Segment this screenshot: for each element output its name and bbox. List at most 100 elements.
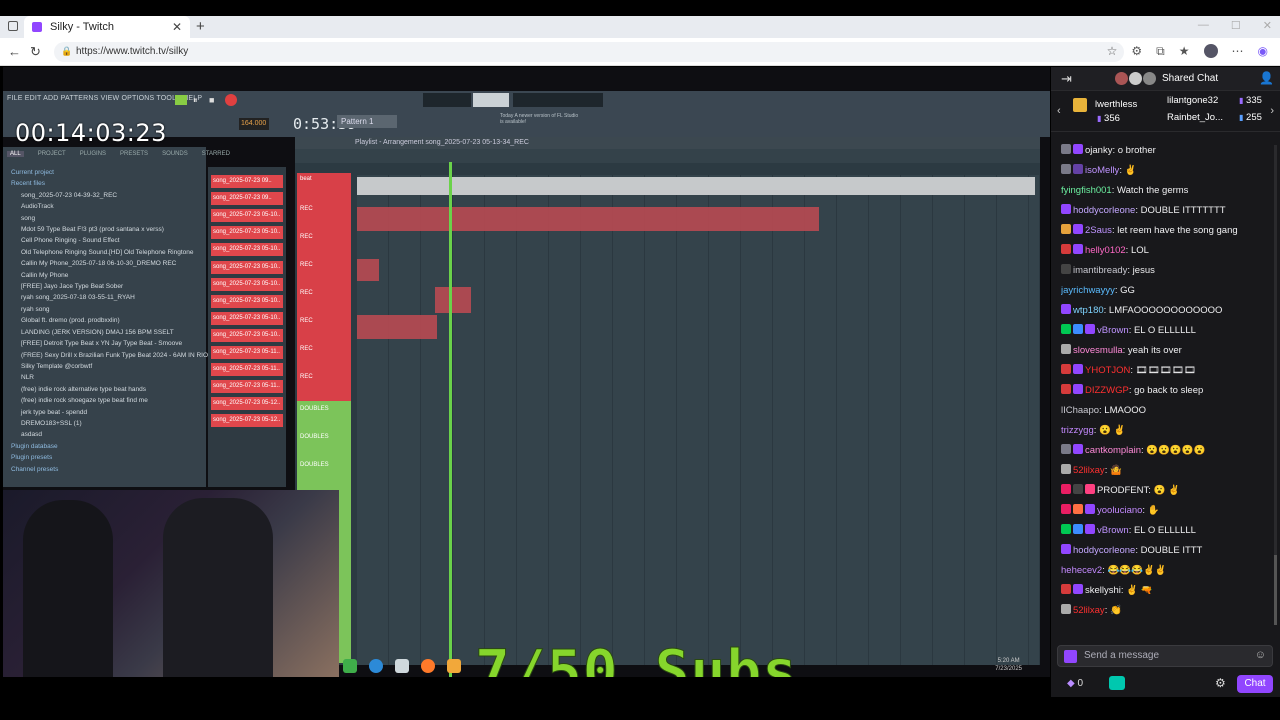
chat-badge-icon[interactable]: [1061, 224, 1071, 234]
chat-message[interactable]: vBrown: EL O ELLLLLL: [1061, 321, 1271, 341]
chat-badge-icon[interactable]: [1073, 164, 1083, 174]
new-tab-icon[interactable]: +: [196, 18, 205, 35]
chat-message[interactable]: hoddycorleone: DOUBLE ITTT: [1061, 541, 1271, 561]
chat-badge-icon[interactable]: [1085, 484, 1095, 494]
browser-item[interactable]: Old Telephone Ringing Sound.[HD] Old Tel…: [11, 247, 208, 258]
browser-tab-sounds[interactable]: SOUNDS: [162, 151, 188, 157]
chat-message[interactable]: hehecev2: 😂😂😂✌✌: [1061, 561, 1271, 581]
chat-username[interactable]: 52lilxay: [1073, 465, 1105, 476]
chat-username[interactable]: fyingfish001: [1061, 185, 1112, 196]
chat-badge-icon[interactable]: [1061, 144, 1071, 154]
chat-username[interactable]: hoddycorleone: [1073, 205, 1135, 216]
channel-button[interactable]: song_2025-07-23 05-10..: [211, 328, 283, 342]
extension-icon[interactable]: ⚙: [1131, 44, 1142, 59]
chat-badge-icon[interactable]: [1073, 524, 1083, 534]
browser-item[interactable]: (free) indie rock alternative type beat …: [11, 384, 208, 395]
browser-item[interactable]: song: [11, 213, 208, 224]
channel-button[interactable]: song_2025-07-23 09..: [211, 192, 283, 206]
browser-item[interactable]: Mdot 59 Type Beat F!3 pt3 (prod santana …: [11, 224, 208, 235]
chat-badge-icon[interactable]: [1073, 584, 1083, 594]
browser-item[interactable]: LANDING (JERK VERSION) DMAJ 156 BPM SSEL…: [11, 327, 208, 338]
browser-item[interactable]: (free) indie rock shoegaze type beat fin…: [11, 395, 208, 406]
rec-clip[interactable]: [435, 287, 471, 313]
chat-username[interactable]: wtp180: [1073, 305, 1104, 316]
browser-item[interactable]: AudioTrack: [11, 201, 208, 212]
chat-message[interactable]: 52lilxay: 🤷: [1061, 461, 1271, 481]
track-label[interactable]: REC: [297, 343, 351, 355]
chat-message[interactable]: slovesmulla: yeah its over: [1061, 341, 1271, 361]
chat-badge-icon[interactable]: [1073, 484, 1083, 494]
chat-badge-icon[interactable]: [1085, 324, 1095, 334]
chat-badge-icon[interactable]: [1061, 544, 1071, 554]
split-screen-icon[interactable]: ⧉: [1156, 44, 1165, 59]
stop-icon[interactable]: ■: [209, 95, 214, 105]
chevron-left-icon[interactable]: ‹: [1057, 105, 1061, 117]
chat-message[interactable]: skellyshi: ✌ 🔫: [1061, 581, 1271, 601]
browser-item[interactable]: Channel presets: [11, 464, 208, 475]
browser-item[interactable]: Cell Phone Ringing - Sound Effect: [11, 235, 208, 246]
track-label[interactable]: REC: [297, 259, 351, 271]
chat-badge-icon[interactable]: [1073, 224, 1083, 234]
chat-badge-icon[interactable]: [1073, 384, 1083, 394]
track-label[interactable]: REC: [297, 231, 351, 243]
channel-points[interactable]: ◆ 0: [1067, 678, 1083, 689]
chat-message[interactable]: imantibready: jesus: [1061, 261, 1271, 281]
chat-message[interactable]: PRODFENT: 😮 ✌: [1061, 481, 1271, 501]
channel-button[interactable]: song_2025-07-23 05-10..: [211, 243, 283, 257]
chat-username[interactable]: lIChaapo: [1061, 405, 1099, 416]
tab-close-icon[interactable]: ✕: [172, 20, 182, 34]
bonus-claim-icon[interactable]: [1109, 676, 1125, 690]
chat-badge-icon[interactable]: [1061, 304, 1071, 314]
chat-badge-icon[interactable]: [1073, 364, 1083, 374]
more-icon[interactable]: ⋯: [1232, 44, 1244, 59]
collapse-chat-icon[interactable]: ⇥: [1061, 71, 1072, 87]
tab-actions-icon[interactable]: [8, 21, 18, 31]
rec-clip[interactable]: [357, 207, 819, 231]
browser-item[interactable]: ryah song: [11, 304, 208, 315]
chat-badge-icon[interactable]: [1061, 484, 1071, 494]
chat-message[interactable]: trizzygg: 😮 ✌: [1061, 421, 1271, 441]
track-label[interactable]: REC: [297, 315, 351, 327]
chat-badge-icon[interactable]: [1073, 444, 1083, 454]
track-label[interactable]: DOUBLES: [297, 403, 351, 415]
chat-username[interactable]: imantibready: [1073, 265, 1127, 276]
browser-item[interactable]: Recent files: [11, 178, 208, 189]
chat-message[interactable]: helly0102: LOL: [1061, 241, 1271, 261]
maximize-icon[interactable]: ☐: [1231, 19, 1241, 32]
rec-clip[interactable]: [357, 315, 437, 339]
chat-identity-icon[interactable]: [1064, 650, 1077, 663]
browser-item[interactable]: NLR: [11, 372, 208, 383]
playlist-grid[interactable]: [357, 175, 1039, 665]
chat-username[interactable]: 52lilxay: [1073, 605, 1105, 616]
chat-scroll-thumb[interactable]: [1274, 555, 1277, 625]
chat-badge-icon[interactable]: [1061, 244, 1071, 254]
track-label[interactable]: DOUBLES: [297, 431, 351, 443]
chat-badge-icon[interactable]: [1061, 504, 1071, 514]
favorites-icon[interactable]: ★: [1179, 44, 1190, 59]
track-label[interactable]: beat: [297, 173, 351, 185]
chat-button[interactable]: Chat: [1237, 675, 1273, 693]
browser-tab-starred[interactable]: STARRED: [202, 151, 230, 157]
chat-badge-icon[interactable]: [1061, 324, 1071, 334]
channel-button[interactable]: song_2025-07-23 05-10..: [211, 209, 283, 223]
browser-item[interactable]: song_2025-07-23 04-39-32_REC: [11, 190, 208, 201]
chat-badge-icon[interactable]: [1085, 504, 1095, 514]
chat-badge-icon[interactable]: [1061, 524, 1071, 534]
chat-message[interactable]: YHOTJON: 🎞🎞🎞🎞🎞: [1061, 361, 1271, 381]
chat-badge-icon[interactable]: [1073, 244, 1083, 254]
back-icon[interactable]: ←: [8, 44, 21, 59]
browser-item[interactable]: Current project: [11, 167, 208, 178]
channel-button[interactable]: song_2025-07-23 05-11..: [211, 346, 283, 359]
playhead[interactable]: [449, 162, 452, 677]
browser-tab-presets[interactable]: PRESETS: [120, 151, 148, 157]
users-icon[interactable]: 👤: [1259, 71, 1274, 85]
fl-studio-icon[interactable]: [447, 659, 461, 673]
chat-badge-icon[interactable]: [1061, 384, 1071, 394]
track-label[interactable]: REC: [297, 371, 351, 383]
channel-button[interactable]: song_2025-07-23 05-12..: [211, 397, 283, 411]
pattern-selector[interactable]: Pattern 1: [337, 115, 397, 128]
chat-badge-icon[interactable]: [1085, 524, 1095, 534]
channel-button[interactable]: song_2025-07-23 05-11..: [211, 380, 283, 394]
minimize-icon[interactable]: —: [1198, 19, 1209, 32]
fl-menu-bar[interactable]: FILE EDIT ADD PATTERNS VIEW OPTIONS TOOL…: [7, 95, 202, 102]
